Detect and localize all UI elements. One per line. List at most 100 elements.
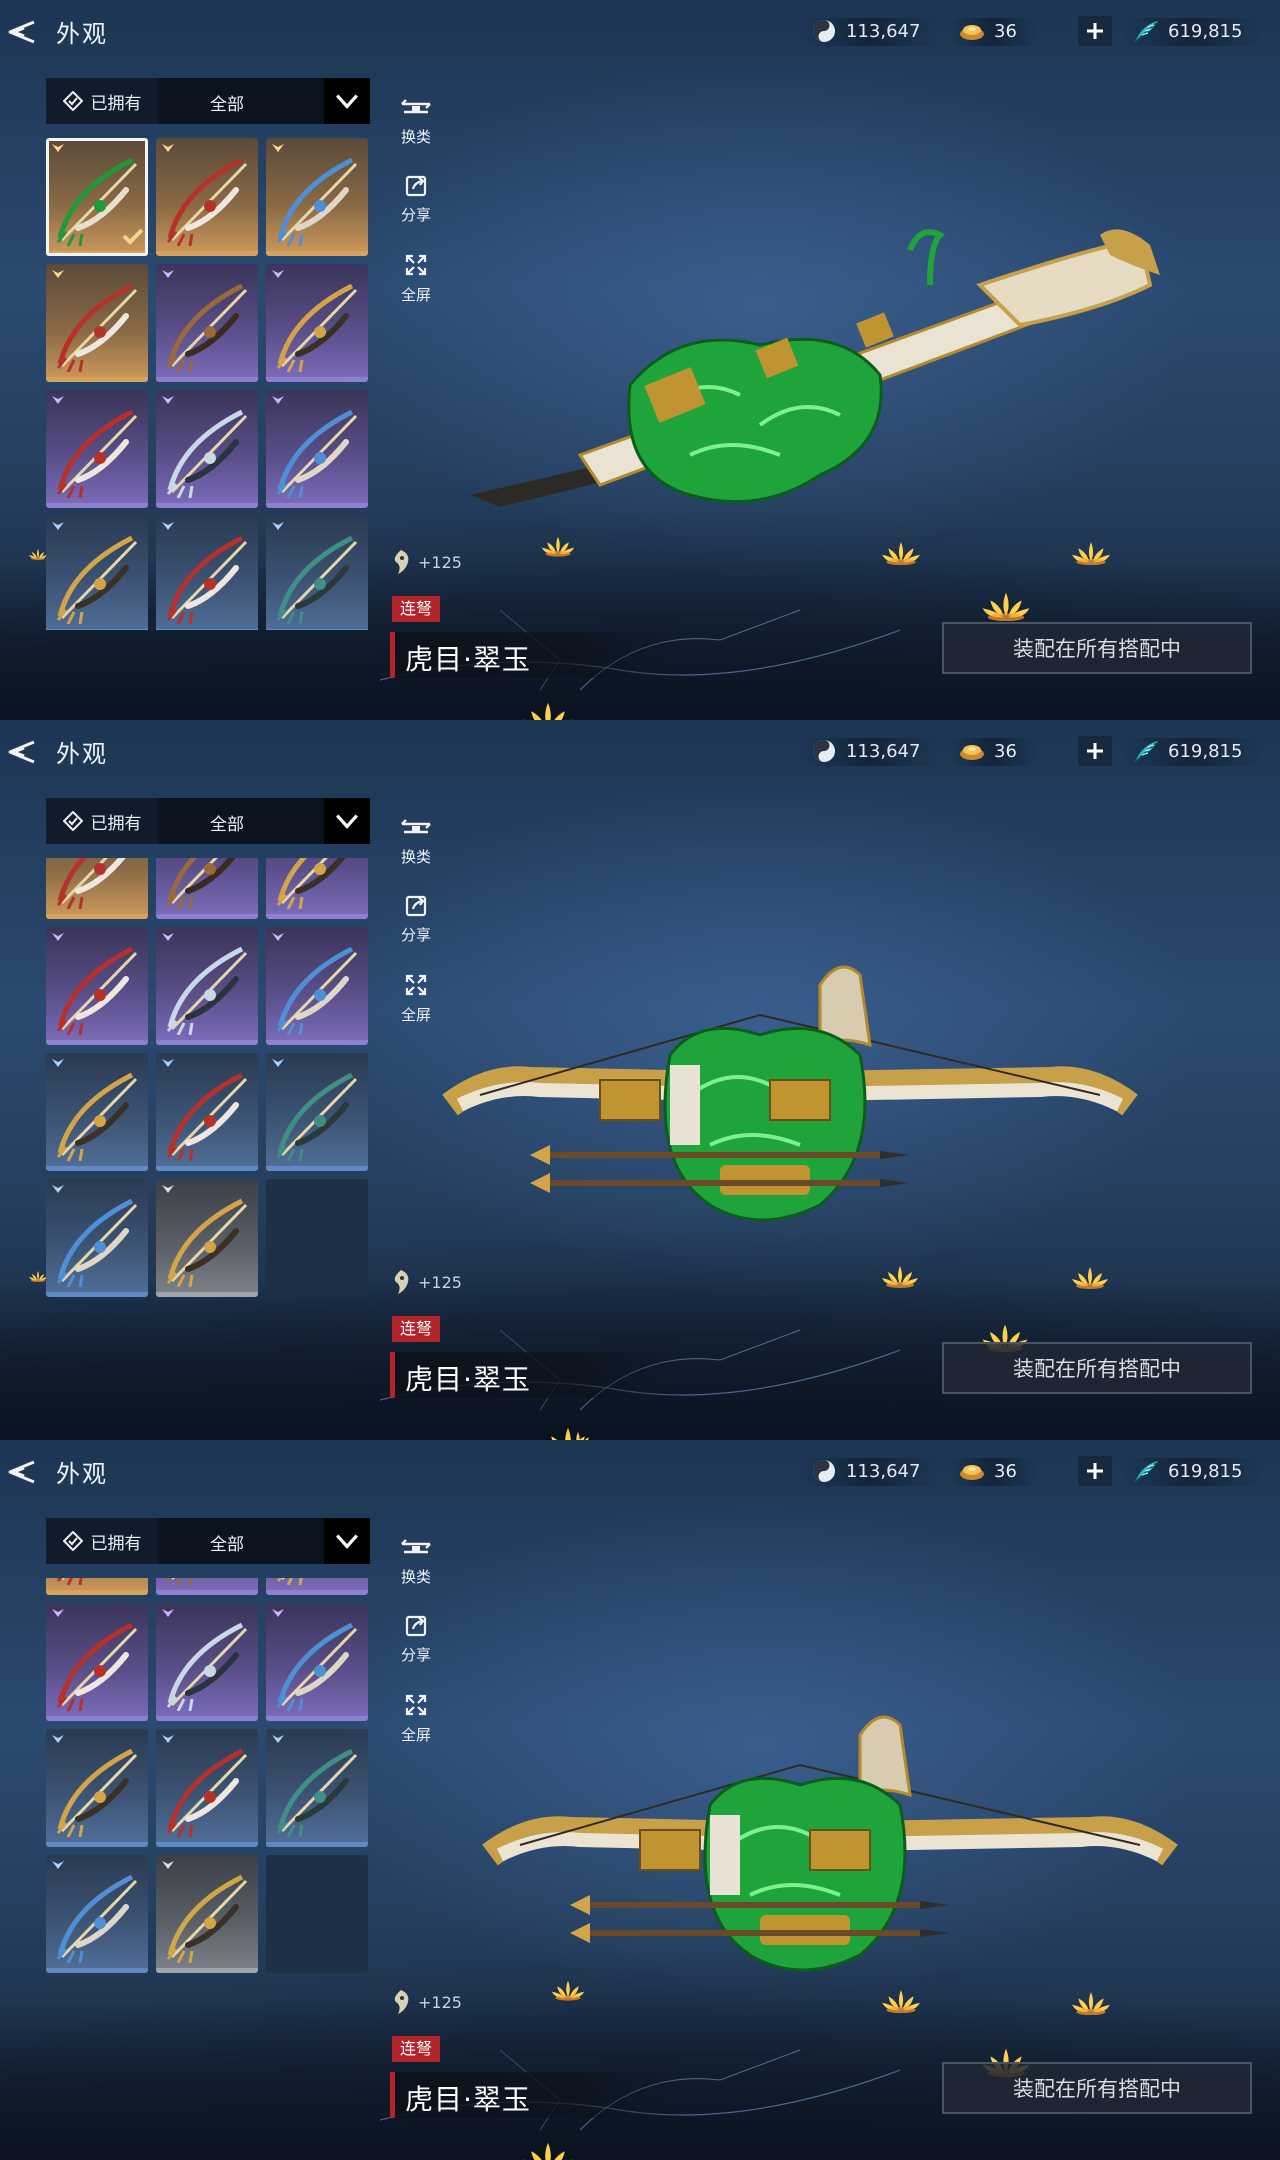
skin-grid-cell[interactable] — [156, 1603, 258, 1722]
item-name-plate: 虎目·翠玉 — [390, 632, 685, 678]
equip-all-loadouts-button[interactable]: 装配在所有搭配中 — [942, 622, 1252, 674]
skin-thumbnail-icon — [166, 1622, 248, 1712]
skin-grid[interactable] — [46, 858, 370, 1350]
owned-filter-toggle[interactable]: 已拥有 — [46, 1518, 158, 1564]
skin-grid-cell[interactable] — [46, 1179, 148, 1298]
fullscreen-button[interactable]: 全屏 — [396, 966, 436, 1025]
skin-thumbnail-icon — [276, 157, 358, 246]
skin-thumbnail-icon — [166, 1748, 248, 1838]
skin-grid-cell[interactable] — [46, 1578, 148, 1596]
skin-grid-cell[interactable] — [266, 138, 368, 256]
gold-ingot-icon — [958, 17, 986, 45]
skin-grid-cell[interactable] — [46, 390, 148, 508]
equip-all-loadouts-button[interactable]: 装配在所有搭配中 — [942, 1342, 1252, 1394]
recharge-plus-button[interactable] — [1078, 736, 1112, 766]
weapon-model-crossbow[interactable] — [480, 1705, 1180, 2045]
skin-grid-cell[interactable] — [266, 858, 368, 920]
category-dropdown-value: 全部 — [210, 815, 244, 835]
skin-grid-cell[interactable] — [156, 1855, 258, 1974]
skin-grid-cell[interactable] — [266, 1855, 368, 1974]
fullscreen-button[interactable]: 全屏 — [396, 246, 436, 305]
skin-grid-cell[interactable] — [46, 927, 148, 1046]
skin-thumbnail-icon — [166, 1199, 248, 1288]
skin-grid-cell[interactable] — [156, 1179, 258, 1298]
skin-thumbnail-icon — [276, 1578, 303, 1586]
skin-grid-cell[interactable] — [156, 138, 258, 256]
skin-grid-cell[interactable] — [46, 516, 148, 630]
skin-grid-cell[interactable] — [156, 927, 258, 1046]
skin-grid-cell[interactable] — [46, 1053, 148, 1172]
skin-grid-cell[interactable] — [46, 138, 148, 256]
skin-grid-cell[interactable] — [46, 858, 148, 920]
share-button[interactable]: 分享 — [396, 886, 436, 945]
skin-grid-cell[interactable] — [266, 516, 368, 630]
skin-grid[interactable] — [46, 1578, 370, 2070]
swap-weapon-button[interactable]: 换类 — [396, 88, 436, 147]
skin-grid-cell[interactable] — [156, 1053, 258, 1172]
skin-grid-cell[interactable] — [156, 1729, 258, 1848]
weapon-model-crossbow[interactable] — [460, 225, 1160, 525]
filter-bar: 已拥有 全部 — [46, 1518, 370, 1564]
skin-grid-cell[interactable] — [266, 927, 368, 1046]
skin-grid-cell[interactable] — [266, 264, 368, 382]
currency-jade-orb: 113,647 — [810, 16, 920, 46]
fullscreen-button[interactable]: 全屏 — [396, 1686, 436, 1745]
owned-check-icon — [62, 811, 83, 831]
swap-weapon-icon — [396, 1532, 436, 1562]
category-dropdown[interactable]: 全部 — [158, 1518, 370, 1564]
category-dropdown[interactable]: 全部 — [158, 798, 370, 844]
owned-filter-toggle[interactable]: 已拥有 — [46, 78, 158, 124]
filter-bar: 已拥有 全部 — [46, 798, 370, 844]
currency-gold-ingot: 36 — [958, 16, 1017, 46]
category-dropdown[interactable]: 全部 — [158, 78, 370, 124]
currency-feather-token: 619,815 — [1132, 16, 1242, 46]
swap-weapon-icon — [396, 92, 436, 122]
back-icon[interactable] — [4, 14, 40, 50]
back-icon[interactable] — [4, 1454, 40, 1490]
back-icon[interactable] — [4, 734, 40, 770]
skin-grid-cell[interactable] — [266, 1603, 368, 1722]
share-icon — [396, 890, 436, 920]
skin-grid-cell[interactable] — [266, 1578, 368, 1596]
fullscreen-icon — [396, 250, 436, 280]
skin-grid[interactable] — [46, 138, 370, 630]
recharge-plus-button[interactable] — [1078, 1456, 1112, 1486]
swap-weapon-button[interactable]: 换类 — [396, 808, 436, 867]
skin-grid-cell[interactable] — [46, 1729, 148, 1848]
skin-grid-cell[interactable] — [266, 390, 368, 508]
skin-grid-cell[interactable] — [156, 516, 258, 630]
skin-grid-cell[interactable] — [156, 390, 258, 508]
side-action-label: 全屏 — [400, 286, 431, 304]
skin-grid-cell[interactable] — [266, 1053, 368, 1172]
skin-grid-cell[interactable] — [266, 1729, 368, 1848]
share-button[interactable]: 分享 — [396, 1606, 436, 1665]
filter-bar: 已拥有 全部 — [46, 78, 370, 124]
skin-thumbnail-icon — [166, 947, 248, 1036]
skin-thumbnail-icon — [166, 1578, 193, 1586]
skin-grid-cell[interactable] — [156, 264, 258, 382]
owned-filter-label: 已拥有 — [90, 93, 142, 114]
skin-grid-cell[interactable] — [46, 1603, 148, 1722]
item-name: 虎目·翠玉 — [405, 643, 531, 676]
skin-thumbnail-icon — [56, 1199, 138, 1288]
weapon-model-crossbow[interactable] — [440, 955, 1140, 1295]
skin-grid-cell[interactable] — [266, 1179, 368, 1298]
swap-weapon-button[interactable]: 换类 — [396, 1528, 436, 1587]
gold-ingot-icon — [958, 737, 986, 765]
skin-grid-cell[interactable] — [156, 858, 258, 920]
share-button[interactable]: 分享 — [396, 166, 436, 225]
dropdown-toggle[interactable] — [324, 1518, 370, 1564]
chevron-down-icon — [336, 94, 358, 109]
owned-filter-toggle[interactable]: 已拥有 — [46, 798, 158, 844]
dropdown-toggle[interactable] — [324, 78, 370, 124]
skin-grid-cell[interactable] — [156, 1578, 258, 1596]
equip-all-loadouts-button[interactable]: 装配在所有搭配中 — [942, 2062, 1252, 2114]
skin-grid-cell[interactable] — [46, 1855, 148, 1974]
recharge-plus-button[interactable] — [1078, 16, 1112, 46]
skin-grid-cell[interactable] — [46, 264, 148, 382]
weapon-type-tag: 连弩 — [392, 596, 441, 622]
weapon-type-tag: 连弩 — [392, 2036, 441, 2062]
side-action-label: 分享 — [400, 1646, 431, 1664]
dropdown-toggle[interactable] — [324, 798, 370, 844]
page-title: 外观 — [56, 1460, 108, 1488]
